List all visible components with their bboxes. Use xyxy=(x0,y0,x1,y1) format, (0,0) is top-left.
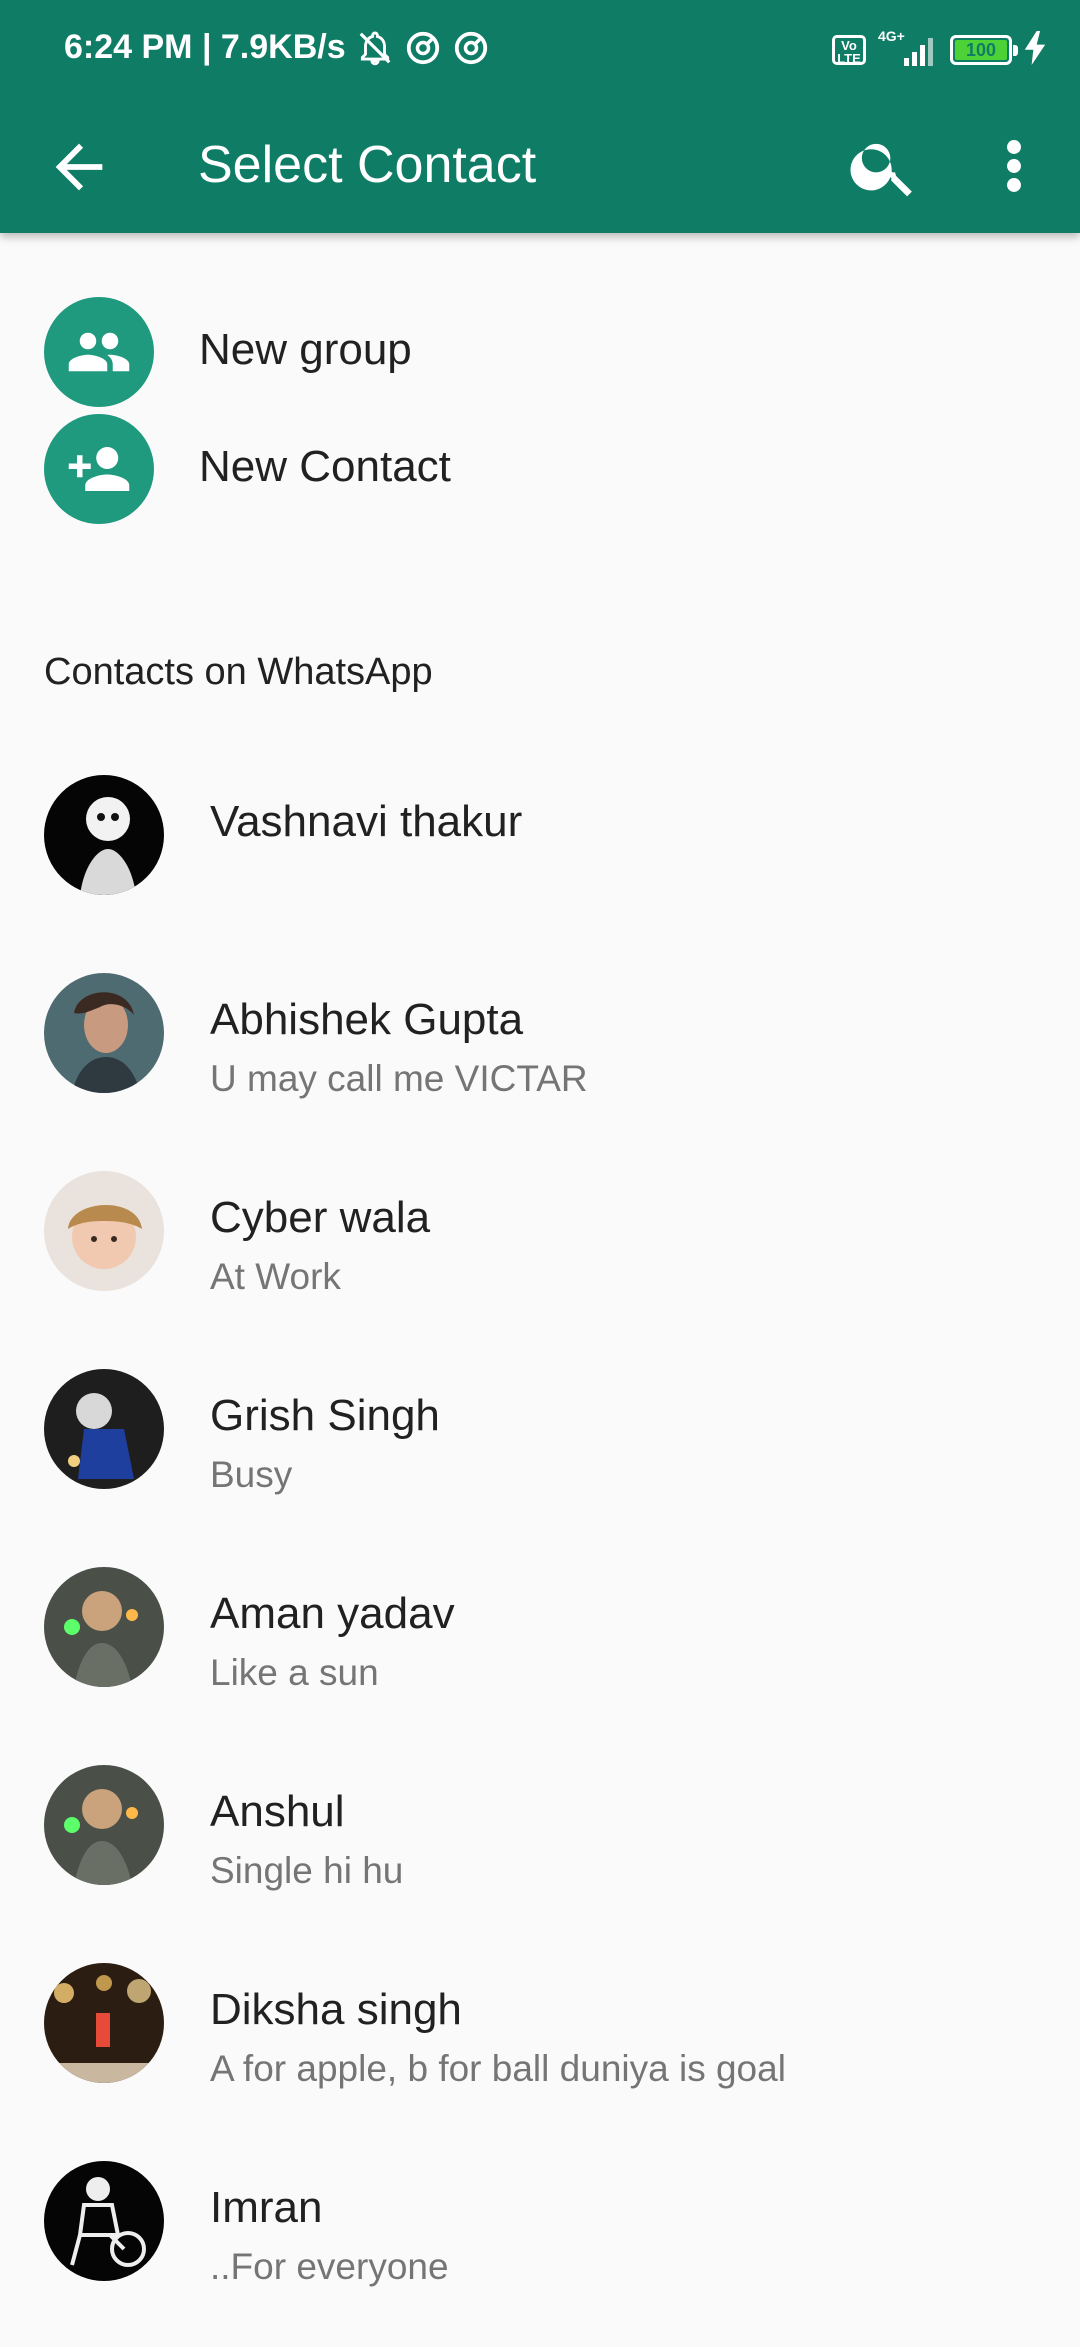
new-group-label: New group xyxy=(199,325,412,374)
section-header: Contacts on WhatsApp xyxy=(44,651,433,693)
avatar xyxy=(44,1369,164,1489)
contact-item[interactable]: Diksha singh A for apple, b for ball dun… xyxy=(0,1951,1080,2149)
back-arrow-icon xyxy=(55,143,103,191)
page-title: Select Contact xyxy=(198,136,537,194)
contact-name: Anshul xyxy=(210,1787,345,1836)
more-options-button[interactable] xyxy=(994,128,1034,204)
add-person-icon xyxy=(44,414,154,524)
contact-item[interactable]: Cyber wala At Work xyxy=(0,1159,1080,1357)
status-bar: 6:24 PM | 7.9KB/s Vo LTE 4G+ 100 xyxy=(0,0,1080,100)
avatar xyxy=(44,1171,164,1291)
contact-item[interactable]: Aman yadav Like a sun xyxy=(0,1555,1080,1753)
search-icon xyxy=(850,143,912,197)
contact-status: U may call me VICTAR xyxy=(210,1058,588,1099)
data-saver-icon xyxy=(404,29,442,67)
more-vert-icon xyxy=(1007,140,1021,192)
toolbar: Select Contact xyxy=(0,100,1080,233)
signal-icon: 4G+ xyxy=(878,28,938,68)
contact-item[interactable]: Grish Singh Busy xyxy=(0,1357,1080,1555)
battery-icon: 100 xyxy=(950,35,1018,65)
status-right: Vo LTE 4G+ 100 xyxy=(832,28,1046,72)
avatar xyxy=(44,1765,164,1885)
new-contact-label: New Contact xyxy=(199,442,451,491)
new-group-row[interactable]: New group xyxy=(0,233,1080,414)
contact-item[interactable]: Vashnavi thakur xyxy=(0,763,1080,961)
contact-name: Vashnavi thakur xyxy=(210,797,523,846)
contact-status: Single hi hu xyxy=(210,1850,404,1891)
contact-name: Cyber wala xyxy=(210,1193,431,1242)
contact-list: New group New Contact Contacts on WhatsA… xyxy=(0,233,1080,2287)
avatar xyxy=(44,1963,164,2083)
volte-icon: Vo LTE xyxy=(832,35,866,65)
contact-item[interactable]: Imran ..For everyone xyxy=(0,2149,1080,2347)
app-bar: 6:24 PM | 7.9KB/s Vo LTE 4G+ 100 Select … xyxy=(0,0,1080,233)
charging-icon xyxy=(1024,30,1046,70)
group-icon xyxy=(44,297,154,407)
contact-name: Grish Singh xyxy=(210,1391,440,1440)
avatar xyxy=(44,2161,164,2281)
data-saver-icon xyxy=(452,29,490,67)
new-contact-row[interactable]: New Contact xyxy=(0,414,1080,595)
avatar xyxy=(44,1567,164,1687)
time-and-speed: 6:24 PM | 7.9KB/s xyxy=(64,28,346,66)
contact-name: Diksha singh xyxy=(210,1985,462,2034)
search-button[interactable] xyxy=(846,128,922,204)
contact-status: At Work xyxy=(210,1256,341,1297)
avatar xyxy=(44,775,164,895)
contact-status: Busy xyxy=(210,1454,293,1495)
back-button[interactable] xyxy=(44,132,114,202)
contact-item[interactable]: Abhishek Gupta U may call me VICTAR xyxy=(0,961,1080,1159)
contact-status: A for apple, b for ball duniya is goal xyxy=(210,2048,786,2089)
status-left: 6:24 PM | 7.9KB/s xyxy=(64,28,490,67)
contact-status: ..For everyone xyxy=(210,2246,449,2287)
avatar xyxy=(44,973,164,1093)
contact-name: Aman yadav xyxy=(210,1589,455,1638)
contact-name: Imran xyxy=(210,2183,323,2232)
contact-item[interactable]: Anshul Single hi hu xyxy=(0,1753,1080,1951)
contact-name: Abhishek Gupta xyxy=(210,995,524,1044)
muted-bell-icon xyxy=(356,29,394,67)
contact-status: Like a sun xyxy=(210,1652,379,1693)
